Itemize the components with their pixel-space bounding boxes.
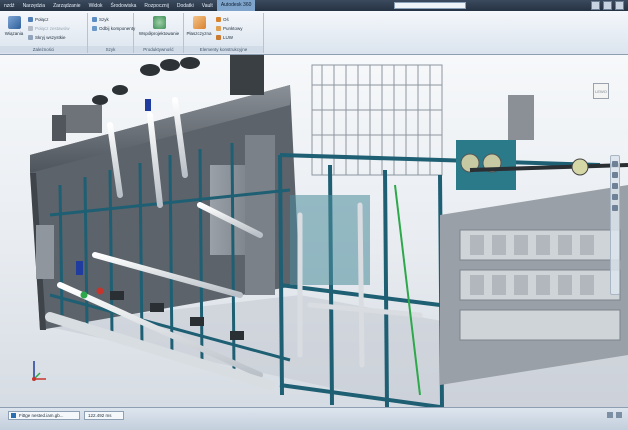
constraint-icon [7,16,21,29]
document-tab[interactable]: Fittge nested.iam.gb... [8,411,80,420]
hide-all-icon [28,35,33,40]
zoom-value: 122.492 ms [88,413,112,418]
status-icons [607,412,622,418]
panel-title-productivity[interactable]: Produktywność [134,46,183,53]
maximize-button[interactable] [603,1,612,10]
point-button[interactable]: Punktowy [216,26,243,31]
mirror-components-button[interactable]: Odbij komponenty [92,26,135,31]
ribbon: Wiązania Połącz Połącz zestawów Skryj ws… [0,11,628,55]
ribbon-tab-5[interactable]: Rozpocznij [140,3,172,9]
hide-all-label: Skryj wszystkie [35,35,66,40]
close-button[interactable] [615,1,624,10]
panel-work-features: Płaszczyzna Oś Punktowy LUW Elementy kon… [184,13,264,53]
minimize-button[interactable] [591,1,600,10]
viewcube[interactable]: LEWO [590,80,612,102]
plane-icon [192,16,206,29]
plane-label: Płaszczyzna [186,31,212,36]
pattern-button[interactable]: Szyk [92,17,109,22]
ribbon-tab-6[interactable]: Dodatki [173,3,198,9]
joint-icon [28,17,33,22]
search-input[interactable] [394,2,466,9]
pattern-label: Szyk [99,17,109,22]
window-controls [591,1,624,10]
ucs-label: LUW [223,35,233,40]
hide-all-button[interactable]: Skryj wszystkie [28,35,66,40]
assembly-file-icon [11,413,16,418]
viewcube-face[interactable]: LEWO [593,83,609,99]
red-indicator [96,287,104,295]
pattern-icon [92,17,97,22]
panel-title-work-features[interactable]: Elementy konstrukcyjne [184,46,263,53]
ribbon-tab-0[interactable]: nzdź [0,3,19,9]
pan-icon[interactable] [612,161,618,167]
mirror-icon [92,26,97,31]
ribbon-tab-1[interactable]: Narzędzia [19,3,50,9]
mirror-label: Odbij komponenty [99,26,136,31]
assembly-joint-label: Połącz zestawów [35,26,70,31]
plane-button[interactable]: Płaszczyzna [186,16,212,36]
point-icon [216,26,221,31]
orbit-icon[interactable] [612,183,618,189]
joint-button[interactable]: Połącz [28,17,49,22]
full-navigation-wheel-icon[interactable] [612,205,618,211]
joint-label: Połącz [35,17,49,22]
constrain-button[interactable]: Wiązania [2,16,26,36]
document-tab-label: Fittge nested.iam.gb... [19,413,64,418]
ucs-button[interactable]: LUW [216,35,233,40]
assembly-model [30,55,628,407]
status-bar: Fittge nested.iam.gb... 122.492 ms [0,407,628,430]
top-pulley [571,158,589,176]
blue-valve [76,261,83,275]
constrain-label: Wiązania [4,31,24,36]
co-design-label: Współprojektowanie [138,31,180,36]
ribbon-tab-7[interactable]: Vault [198,3,217,9]
ribbon-tab-3[interactable]: Widok [85,3,107,9]
assembly-joint-icon [28,26,33,31]
zoom-readout: 122.492 ms [84,411,124,420]
axis-icon [216,17,221,22]
co-design-icon [152,16,166,29]
snap-icon[interactable] [616,412,622,418]
panel-productivity: Współprojektowanie Produktywność [134,13,184,53]
co-design-button[interactable]: Współprojektowanie [138,16,180,36]
axis-label: Oś [223,17,229,22]
ribbon-tab-4[interactable]: Środowiska [107,3,141,9]
ribbon-tab-2[interactable]: Zarządzanie [49,3,85,9]
axis-button[interactable]: Oś [216,17,229,22]
navigation-bar [610,155,620,295]
panel-relationships: Wiązania Połącz Połącz zestawów Skryj ws… [0,13,88,53]
assembly-joint-button[interactable]: Połącz zestawów [28,26,70,31]
axis-triad [32,361,46,381]
grid-icon[interactable] [607,412,613,418]
panel-title-pattern[interactable]: Szyk [88,46,133,53]
green-indicator [80,291,88,299]
look-at-icon[interactable] [612,194,618,200]
ribbon-tab-8[interactable]: Autodesk 360 [216,0,256,11]
cabinet-column [245,135,275,295]
point-label: Punktowy [223,26,243,31]
motor [508,95,534,140]
zoom-icon[interactable] [612,172,618,178]
panel-title-relationships[interactable]: Zależności [0,46,87,53]
ribbon-tab-bar: nzdź Narzędzia Zarządzanie Widok Środowiska R… [0,0,628,11]
panel-pattern: Szyk Odbij komponenty Szyk [88,13,135,53]
ucs-icon [216,35,221,40]
cabinet-left [36,225,54,279]
blue-valve-top [145,99,151,111]
graphics-viewport[interactable]: LEWO [0,55,628,407]
